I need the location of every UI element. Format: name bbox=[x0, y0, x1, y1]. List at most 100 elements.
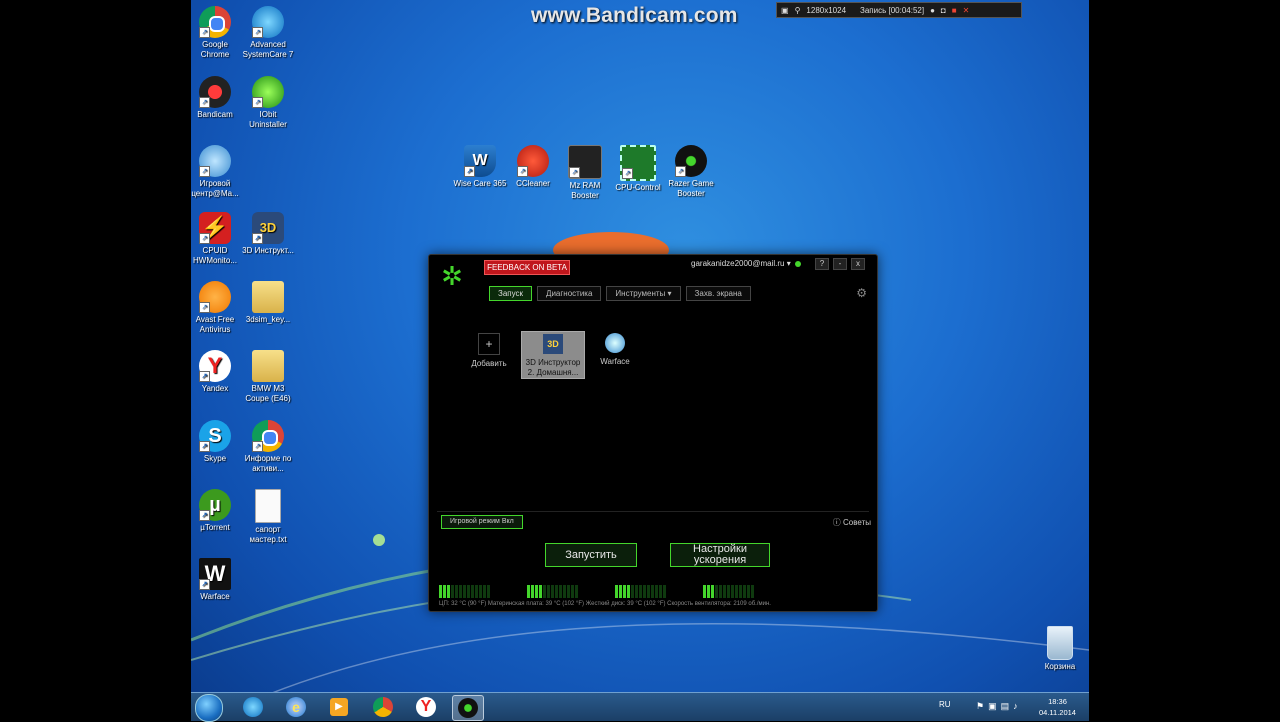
network-icon[interactable]: ▤ bbox=[1001, 701, 1014, 711]
desktop-icon-3dsim-folder[interactable]: 3dsim_key... bbox=[241, 281, 295, 325]
3d-instructor-icon: 3D ↗ bbox=[252, 212, 284, 244]
close-icon[interactable]: ✕ bbox=[963, 6, 970, 15]
taskbar-internet-explorer-icon[interactable]: e bbox=[281, 695, 311, 719]
meter-segment bbox=[647, 585, 650, 598]
meter-segment bbox=[571, 585, 574, 598]
feedback-button[interactable]: FEEDBACK ON BETA bbox=[484, 260, 570, 275]
game-mode-toggle[interactable]: Игровой режим Вкл bbox=[441, 515, 523, 529]
taskbar-advanced-systemcare-icon[interactable] bbox=[238, 695, 268, 719]
add-game-button[interactable]: + Добавить bbox=[467, 333, 511, 369]
desktop-icon-avast[interactable]: ↗ Avast Free Antivirus bbox=[191, 281, 242, 335]
desktop-icon-iobit-uninstaller[interactable]: ↗ IObit Uninstaller bbox=[241, 76, 295, 130]
tab-diagnostics[interactable]: Диагностика bbox=[537, 286, 602, 301]
recorder-status: Запись [00:04:52] bbox=[860, 5, 925, 15]
tips-button[interactable]: ⓘ Советы bbox=[833, 517, 871, 528]
desktop-icon-wise-care[interactable]: W ↗ Wise Care 365 bbox=[453, 145, 507, 189]
game-tile-3d-instructor[interactable]: 3D 3D Инструктор 2. Домашня... bbox=[521, 331, 585, 379]
taskbar-yandex-icon[interactable]: Y bbox=[411, 695, 441, 719]
meter-segment bbox=[615, 585, 618, 598]
meter-segment bbox=[527, 585, 530, 598]
meter-segment bbox=[643, 585, 646, 598]
meter-segment bbox=[467, 585, 470, 598]
meter-segment bbox=[475, 585, 478, 598]
desktop-icon-mz-ram[interactable]: ↗ Mz RAM Booster bbox=[558, 145, 612, 201]
meter-segment bbox=[655, 585, 658, 598]
tab-tools[interactable]: Инструменты ▾ bbox=[606, 286, 681, 301]
desktop-icon-cpu-control[interactable]: ↗ CPU-Control bbox=[611, 145, 665, 193]
boost-settings-button[interactable]: Настройки ускорения bbox=[670, 543, 770, 567]
desktop-icon-utorrent[interactable]: µ ↗ µTorrent bbox=[191, 489, 242, 533]
taskbar-media-player-icon[interactable]: ▶ bbox=[324, 695, 354, 719]
tray-app-icon[interactable]: ▣ bbox=[988, 701, 1001, 711]
meter-segment bbox=[483, 585, 486, 598]
desktop-icon-ccleaner[interactable]: ↗ CCleaner bbox=[506, 145, 560, 189]
desktop-icon-cpuid[interactable]: ⚡ ↗ CPUID HWMonito... bbox=[191, 212, 242, 266]
desktop-icon-yandex[interactable]: Y ↗ Yandex bbox=[191, 350, 242, 394]
ccleaner-icon: ↗ bbox=[517, 145, 549, 177]
taskbar-razer-booster-icon[interactable] bbox=[452, 695, 484, 721]
desktop-icon-chrome[interactable]: ↗ Google Chrome bbox=[191, 6, 242, 60]
stop-icon[interactable]: ■ bbox=[952, 6, 957, 15]
text-file-icon bbox=[255, 489, 281, 523]
info-icon: ⓘ bbox=[832, 518, 844, 527]
language-indicator[interactable]: RU bbox=[939, 700, 951, 709]
meter-segment bbox=[751, 585, 754, 598]
meter-segment bbox=[707, 585, 710, 598]
motherboard-temp-meter bbox=[527, 585, 581, 598]
desktop-icon-game-center[interactable]: ↗ Игровой центр@Ma... bbox=[191, 145, 242, 199]
desktop-icon-skype[interactable]: S ↗ Skype bbox=[191, 420, 242, 464]
online-status-icon bbox=[794, 260, 801, 267]
desktop-icon-razer-booster[interactable]: ↗ Razer Game Booster bbox=[664, 145, 718, 199]
desktop: www.Bandicam.com ▣ ⚲ 1280x1024 Запись [0… bbox=[191, 0, 1089, 720]
bandicam-recorder-bar[interactable]: ▣ ⚲ 1280x1024 Запись [00:04:52] ● ◘ ■ ✕ bbox=[776, 2, 1022, 18]
camera-icon[interactable]: ◘ bbox=[941, 6, 946, 15]
desktop-icon-chrome-info[interactable]: ↗ Информе по активи... bbox=[241, 420, 295, 474]
meter-segment bbox=[743, 585, 746, 598]
game-center-icon: ↗ bbox=[199, 145, 231, 177]
desktop-icon-bandicam[interactable]: ↗ Bandicam bbox=[191, 76, 242, 120]
meter-segment bbox=[563, 585, 566, 598]
desktop-icon-advanced-systemcare[interactable]: ↗ Advanced SystemCare 7 bbox=[241, 6, 295, 60]
clock[interactable]: 18:36 04.11.2014 bbox=[1039, 696, 1076, 718]
flag-icon[interactable]: ⚑ bbox=[976, 701, 988, 711]
taskbar-chrome-icon[interactable] bbox=[368, 695, 398, 719]
chrome-icon: ↗ bbox=[252, 420, 284, 452]
recorder-resolution: 1280x1024 bbox=[806, 5, 847, 15]
meter-segment bbox=[623, 585, 626, 598]
meter-segment bbox=[551, 585, 554, 598]
meter-segment bbox=[439, 585, 442, 598]
tab-launch[interactable]: Запуск bbox=[489, 286, 533, 301]
fan-speed-meter bbox=[703, 585, 757, 598]
zoom-icon: ⚲ bbox=[794, 5, 801, 15]
razer-game-booster-window: ✲ FEEDBACK ON BETA garakanidze2000@mail.… bbox=[428, 254, 878, 612]
record-dot-icon[interactable]: ● bbox=[930, 6, 935, 15]
meter-segment bbox=[535, 585, 538, 598]
meter-segment bbox=[447, 585, 450, 598]
start-button[interactable] bbox=[195, 694, 223, 722]
desktop-icon-3d-instruktor[interactable]: 3D ↗ 3D Инструкт... bbox=[241, 212, 295, 256]
meter-segment bbox=[631, 585, 634, 598]
meter-segment bbox=[747, 585, 750, 598]
game-tile-warface[interactable]: Warface bbox=[593, 333, 637, 367]
meter-segment bbox=[627, 585, 630, 598]
user-account[interactable]: garakanidze2000@mail.ru ▾ bbox=[691, 259, 801, 268]
wise-care-icon: W ↗ bbox=[464, 145, 496, 177]
launch-button[interactable]: Запустить bbox=[545, 543, 637, 567]
desktop-icon-bmw-folder[interactable]: BMW M3 Coupe (E46) bbox=[241, 350, 295, 404]
close-button[interactable]: x bbox=[851, 258, 865, 270]
meter-segment bbox=[727, 585, 730, 598]
hdd-temp-meter bbox=[615, 585, 669, 598]
meter-segment bbox=[735, 585, 738, 598]
yandex-icon: Y ↗ bbox=[199, 350, 231, 382]
desktop-icon-recycle-bin[interactable]: Корзина bbox=[1033, 626, 1087, 672]
meter-segment bbox=[651, 585, 654, 598]
volume-icon[interactable]: ♪ bbox=[1013, 701, 1022, 711]
minimize-button[interactable]: - bbox=[833, 258, 847, 270]
desktop-icon-text-file[interactable]: сапорт мастер.txt bbox=[241, 489, 295, 545]
cpu-icon: ↗ bbox=[620, 145, 656, 181]
system-tray[interactable]: ⚑▣▤♪ bbox=[976, 701, 1022, 712]
desktop-icon-warface[interactable]: W ↗ Warface bbox=[191, 558, 242, 602]
tab-screen-capture[interactable]: Захв. экрана bbox=[685, 286, 751, 301]
help-button[interactable]: ? bbox=[815, 258, 829, 270]
settings-gear-icon[interactable]: ⚙ bbox=[856, 286, 867, 300]
